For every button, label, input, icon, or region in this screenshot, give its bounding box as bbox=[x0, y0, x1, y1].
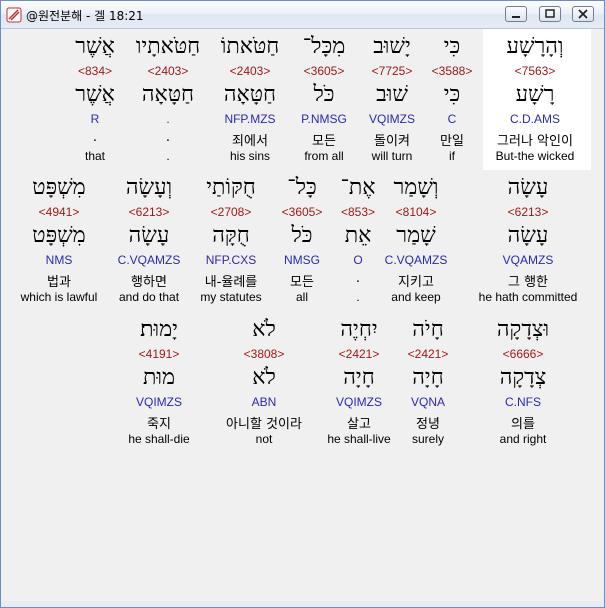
lemma-word: חָיָה bbox=[412, 365, 444, 390]
english-translation: But-the wicked bbox=[495, 149, 575, 163]
english-translation: and right bbox=[499, 432, 547, 446]
korean-translation: 그 행한 bbox=[507, 275, 548, 290]
lemma-word: מוּת bbox=[142, 365, 176, 390]
korean-translation: 아니할 것이라 bbox=[226, 417, 302, 432]
hebrew-word: חָיֹה bbox=[412, 317, 444, 342]
minimize-button[interactable] bbox=[505, 6, 527, 22]
strong-number[interactable]: <8104> bbox=[361, 205, 471, 219]
app-window: @원전분해 - 겔 18:21 אֲשֶׁר <834> אֲשֶׁר R . … bbox=[0, 0, 605, 608]
korean-translation: 정녕 bbox=[416, 417, 440, 432]
close-button[interactable] bbox=[572, 6, 594, 22]
english-translation: surely bbox=[411, 432, 444, 446]
morphology-code: ABN bbox=[251, 395, 277, 409]
morphology-code: C.D.AMS bbox=[509, 112, 560, 126]
maximize-button[interactable] bbox=[539, 6, 561, 22]
korean-translation: 지키고 bbox=[398, 275, 434, 290]
window-bottom-border bbox=[1, 601, 604, 607]
hebrew-word: וְשָׁמַר bbox=[393, 175, 439, 200]
morphology-code: VQNA bbox=[410, 395, 445, 409]
strong-number[interactable]: <3808> bbox=[209, 347, 319, 361]
lemma-word: שָׁמַר bbox=[396, 223, 436, 248]
strong-number[interactable]: <6666> bbox=[468, 347, 578, 361]
morphology-code: VQIMZS bbox=[135, 395, 182, 409]
korean-translation: 죽지 bbox=[147, 417, 171, 432]
hebrew-word: וּצְדָקָה bbox=[496, 317, 550, 342]
minimize-icon bbox=[512, 16, 520, 18]
korean-translation: 의를 bbox=[511, 417, 535, 432]
english-translation: not bbox=[255, 432, 273, 446]
hebrew-word: וְהָרָשָׁע bbox=[506, 34, 564, 59]
lemma-word: עָשָׂה bbox=[507, 223, 549, 248]
morphology-code: VQAMZS bbox=[502, 253, 554, 267]
korean-translation: 그러나 악인이 bbox=[497, 134, 573, 149]
english-translation: and keep bbox=[391, 290, 441, 304]
lemma-word: לֹא bbox=[252, 365, 276, 390]
window-title: @원전분해 - 겔 18:21 bbox=[26, 9, 144, 23]
lemma-word: רָשָׁע bbox=[515, 82, 555, 107]
strong-number[interactable]: <2421> bbox=[373, 347, 483, 361]
close-icon bbox=[578, 9, 588, 19]
maximize-icon bbox=[545, 9, 555, 18]
strong-number[interactable]: <4191> bbox=[104, 347, 214, 361]
hebrew-word: עָשָׂה bbox=[507, 175, 549, 200]
lemma-word: צְדָקָה bbox=[499, 365, 547, 390]
app-icon bbox=[6, 7, 22, 23]
morphology-code: C.NFS bbox=[505, 395, 541, 409]
morphology-code: C.VQAMZS bbox=[384, 253, 448, 267]
strong-number[interactable]: <7563> bbox=[480, 64, 590, 78]
english-translation: he hath committed bbox=[478, 290, 578, 304]
english-translation: he shall-die bbox=[128, 432, 190, 446]
title-bar[interactable]: @원전분해 - 겔 18:21 bbox=[1, 1, 604, 29]
strong-number[interactable]: <6213> bbox=[473, 205, 583, 219]
hebrew-word: לֹא bbox=[252, 317, 276, 342]
hebrew-word: יָמוּת׃ bbox=[140, 317, 178, 342]
